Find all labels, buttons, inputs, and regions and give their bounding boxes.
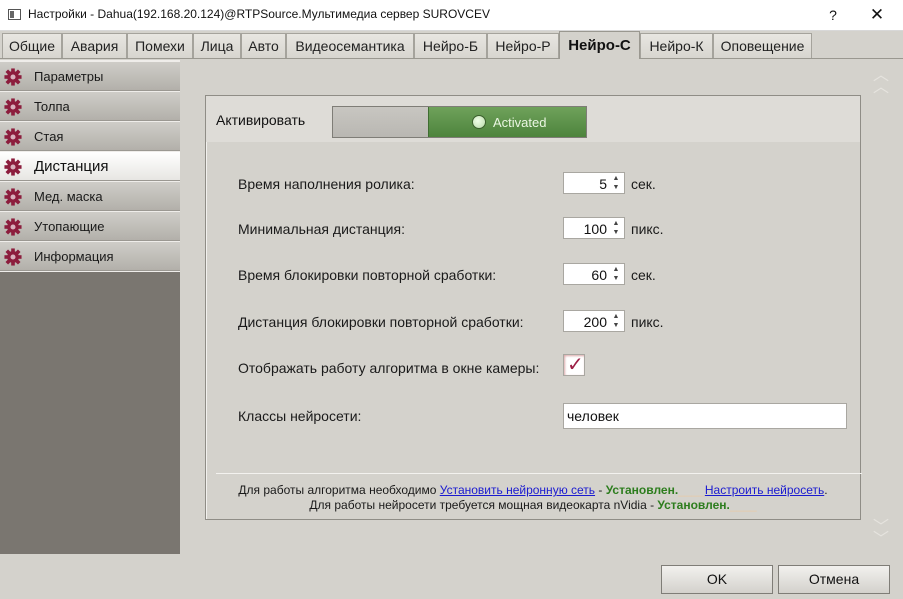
window-title: Настройки - Dahua(192.168.20.124)@RTPSou…	[28, 7, 490, 21]
repeat-block-distance-stepper[interactable]: 200 ▲ ▼	[563, 310, 625, 332]
arrow-up-icon[interactable]: ▲	[609, 312, 623, 321]
repeat-block-distance-label: Дистанция блокировки повторной сработки:	[238, 314, 524, 330]
arrow-down-icon[interactable]: ▼	[609, 321, 623, 330]
gear-icon	[4, 68, 22, 86]
tab-neuro-b[interactable]: Нейро-Б	[414, 33, 487, 58]
settings-panel: Активировать Activated Время наполнения …	[205, 95, 862, 520]
status-led-icon	[472, 115, 486, 129]
status-installed: Установлен.	[657, 498, 730, 512]
repeat-block-time-label: Время блокировки повторной сработки:	[238, 267, 497, 283]
sidebar-item-med-mask[interactable]: Мед. маска	[0, 182, 180, 211]
settings-window: Настройки - Dahua(192.168.20.124)@RTPSou…	[0, 0, 903, 599]
close-icon[interactable]: ✕	[862, 3, 892, 27]
gear-icon	[4, 188, 22, 206]
sidebar: Параметры Толпа Стая Дистанция Мед. маск…	[0, 60, 180, 554]
min-distance-stepper[interactable]: 100 ▲ ▼	[563, 217, 625, 239]
scroll-up-icon[interactable]: ︿ ︿	[872, 68, 890, 96]
status-installed: Установлен.	[605, 483, 679, 497]
footer-note-line2: Для работы нейросети требуется мощная ви…	[309, 498, 757, 512]
tab-neuro-s[interactable]: Нейро-С	[559, 31, 640, 59]
sidebar-item-label: Толпа	[34, 99, 70, 114]
activate-label: Активировать	[216, 112, 306, 128]
arrow-down-icon[interactable]: ▼	[609, 183, 623, 192]
repeat-block-time-stepper[interactable]: 60 ▲ ▼	[563, 263, 625, 285]
app-window-icon	[8, 9, 21, 20]
sidebar-item-label: Информация	[34, 249, 114, 264]
configure-network-link[interactable]: Настроить нейросеть	[705, 483, 824, 497]
arrow-up-icon[interactable]: ▲	[609, 265, 623, 274]
activate-row: Активировать Activated	[206, 96, 860, 142]
footer-note-line1: Для работы алгоритма необходимо Установи…	[238, 483, 828, 497]
scroll-down-icon[interactable]: ﹀ ﹀	[872, 520, 890, 548]
show-algorithm-label: Отображать работу алгоритма в окне камер…	[238, 360, 540, 376]
sidebar-item-label: Стая	[34, 129, 64, 144]
sidebar-item-crowd[interactable]: Толпа	[0, 92, 180, 121]
tab-alarm[interactable]: Авария	[62, 33, 127, 58]
gear-icon	[4, 248, 22, 266]
sidebar-item-label: Мед. маска	[34, 189, 103, 204]
arrow-up-icon[interactable]: ▲	[609, 219, 623, 228]
unit-label: сек.	[631, 267, 656, 283]
tab-video-semantics[interactable]: Видеосемантика	[286, 33, 414, 58]
sidebar-item-label: Утопающие	[34, 219, 105, 234]
show-algorithm-checkbox[interactable]: ✓	[563, 354, 585, 376]
toggle-state-label: Activated	[493, 115, 547, 130]
gear-icon	[4, 218, 22, 236]
unit-label: пикс.	[631, 314, 664, 330]
arrow-up-icon[interactable]: ▲	[609, 174, 623, 183]
gear-icon	[4, 158, 22, 176]
sidebar-item-parameters[interactable]: Параметры	[0, 62, 180, 91]
gear-icon	[4, 128, 22, 146]
sidebar-item-info[interactable]: Информация	[0, 242, 180, 271]
sidebar-item-flock[interactable]: Стая	[0, 122, 180, 151]
tab-faces[interactable]: Лица	[193, 33, 241, 58]
tab-auto[interactable]: Авто	[241, 33, 286, 58]
clip-fill-time-stepper[interactable]: 5 ▲ ▼	[563, 172, 625, 194]
classes-input[interactable]: человек	[563, 403, 847, 429]
title-bar: Настройки - Dahua(192.168.20.124)@RTPSou…	[0, 0, 903, 31]
sidebar-item-label: Параметры	[34, 69, 104, 84]
sidebar-item-distance[interactable]: Дистанция	[0, 152, 180, 181]
sidebar-item-label: Дистанция	[34, 158, 109, 175]
unit-label: сек.	[631, 176, 656, 192]
classes-label: Классы нейросети:	[238, 408, 362, 424]
clip-fill-time-label: Время наполнения ролика:	[238, 176, 415, 192]
tab-neuro-r[interactable]: Нейро-Р	[487, 33, 559, 58]
tab-neuro-k[interactable]: Нейро-К	[640, 33, 713, 58]
help-button[interactable]: ?	[820, 3, 846, 27]
arrow-down-icon[interactable]: ▼	[609, 228, 623, 237]
tab-notification[interactable]: Оповещение	[713, 33, 812, 58]
gear-icon	[4, 98, 22, 116]
activate-toggle[interactable]: Activated	[332, 106, 587, 138]
install-network-link[interactable]: Установить нейронную сеть	[440, 483, 595, 497]
tab-interference[interactable]: Помехи	[127, 33, 193, 58]
sidebar-item-drowning[interactable]: Утопающие	[0, 212, 180, 241]
checkmark-icon: ✓	[567, 354, 584, 376]
arrow-down-icon[interactable]: ▼	[609, 274, 623, 283]
unit-label: пикс.	[631, 221, 664, 237]
tab-general[interactable]: Общие	[2, 33, 62, 58]
ok-button[interactable]: OK	[661, 565, 773, 594]
min-distance-label: Минимальная дистанция:	[238, 221, 405, 237]
tab-bar: Общие Авария Помехи Лица Авто Видеосеман…	[0, 31, 903, 59]
cancel-button[interactable]: Отмена	[778, 565, 890, 594]
divider	[216, 473, 862, 474]
